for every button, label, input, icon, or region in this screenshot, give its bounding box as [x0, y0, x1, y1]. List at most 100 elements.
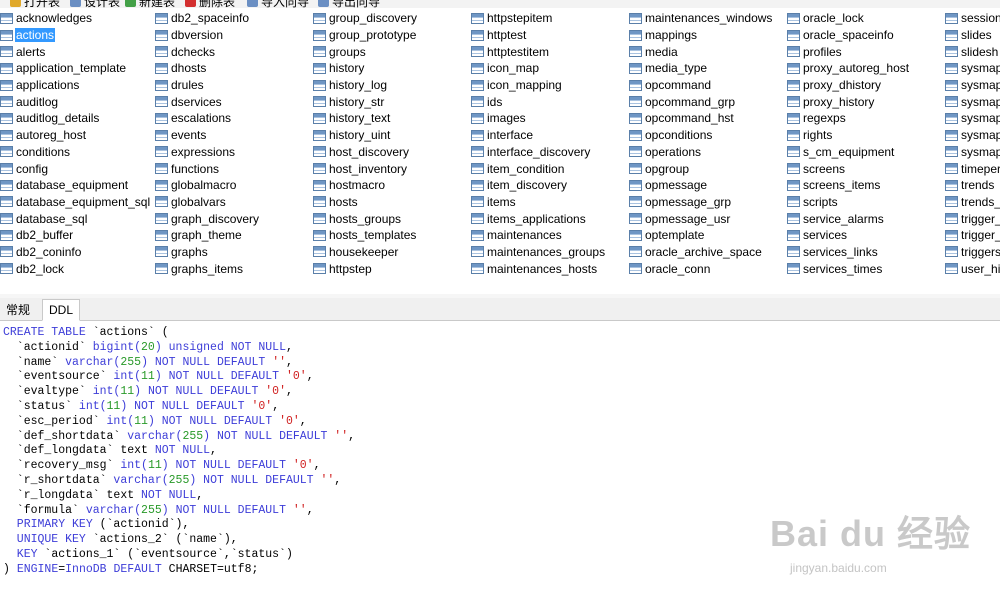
table-item[interactable]: group_prototype — [313, 27, 418, 44]
table-item[interactable]: opcommand_hst — [629, 110, 773, 127]
table-item[interactable]: functions — [155, 160, 260, 177]
table-item[interactable]: maintenances_groups — [471, 244, 606, 261]
table-item[interactable]: config — [0, 160, 151, 177]
table-item[interactable]: profiles — [787, 43, 910, 60]
table-item[interactable]: database_equipment — [0, 177, 151, 194]
table-item[interactable]: groups — [313, 43, 418, 60]
table-item[interactable]: history_log — [313, 77, 418, 94]
tab-general[interactable]: 常规 — [0, 300, 36, 320]
table-item[interactable]: sysmap — [945, 77, 1000, 94]
table-item[interactable]: auditlog — [0, 93, 151, 110]
table-item[interactable]: housekeeper — [313, 244, 418, 261]
table-item[interactable]: httpstepitem — [471, 10, 606, 27]
table-item[interactable]: dservices — [155, 93, 260, 110]
table-item[interactable]: service_alarms — [787, 210, 910, 227]
table-item[interactable]: httptestitem — [471, 43, 606, 60]
table-item[interactable]: items — [471, 194, 606, 211]
tab-ddl[interactable]: DDL — [42, 299, 81, 321]
table-item[interactable]: timeper — [945, 160, 1000, 177]
table-item[interactable]: autoreg_host — [0, 127, 151, 144]
table-item[interactable]: graph_discovery — [155, 210, 260, 227]
table-item[interactable]: oracle_archive_space — [629, 244, 773, 261]
table-item[interactable]: proxy_dhistory — [787, 77, 910, 94]
table-item[interactable]: services — [787, 227, 910, 244]
table-item[interactable]: drules — [155, 77, 260, 94]
table-item[interactable]: slides — [945, 27, 1000, 44]
table-item[interactable]: optemplate — [629, 227, 773, 244]
table-item[interactable]: icon_mapping — [471, 77, 606, 94]
table-item[interactable]: media_type — [629, 60, 773, 77]
table-item[interactable]: graphs — [155, 244, 260, 261]
table-item[interactable]: sysmap — [945, 110, 1000, 127]
table-item[interactable]: auditlog_details — [0, 110, 151, 127]
table-item[interactable]: graph_theme — [155, 227, 260, 244]
table-item[interactable]: history_text — [313, 110, 418, 127]
table-item[interactable]: services_links — [787, 244, 910, 261]
table-item[interactable]: services_times — [787, 260, 910, 277]
table-item[interactable]: opgroup — [629, 160, 773, 177]
table-item[interactable]: s_cm_equipment — [787, 144, 910, 161]
table-item[interactable]: sysmap — [945, 127, 1000, 144]
table-item[interactable]: slidesh — [945, 43, 1000, 60]
table-item[interactable]: dchecks — [155, 43, 260, 60]
toolbar-button-0[interactable]: 打开表 — [10, 0, 60, 8]
table-item[interactable]: opmessage_usr — [629, 210, 773, 227]
table-item[interactable]: maintenances_windows — [629, 10, 773, 27]
table-item[interactable]: expressions — [155, 144, 260, 161]
toolbar-button-2[interactable]: 新建表 — [125, 0, 175, 8]
table-item[interactable]: interface_discovery — [471, 144, 606, 161]
table-item[interactable]: regexps — [787, 110, 910, 127]
table-item[interactable]: hostmacro — [313, 177, 418, 194]
table-item[interactable]: actions — [0, 27, 151, 44]
table-item[interactable]: oracle_lock — [787, 10, 910, 27]
table-item[interactable]: oracle_spaceinfo — [787, 27, 910, 44]
table-item[interactable]: operations — [629, 144, 773, 161]
table-item[interactable]: item_discovery — [471, 177, 606, 194]
table-item[interactable]: db2_coninfo — [0, 244, 151, 261]
table-item[interactable]: item_condition — [471, 160, 606, 177]
toolbar-button-1[interactable]: 设计表 — [70, 0, 120, 8]
table-item[interactable]: dhosts — [155, 60, 260, 77]
table-item[interactable]: maintenances_hosts — [471, 260, 606, 277]
table-item[interactable]: maintenances — [471, 227, 606, 244]
table-item[interactable]: application_template — [0, 60, 151, 77]
table-item[interactable]: interface — [471, 127, 606, 144]
table-item[interactable]: proxy_autoreg_host — [787, 60, 910, 77]
table-item[interactable]: mappings — [629, 27, 773, 44]
table-item[interactable]: graphs_items — [155, 260, 260, 277]
table-item[interactable]: group_discovery — [313, 10, 418, 27]
table-item[interactable]: database_sql — [0, 210, 151, 227]
table-item[interactable]: trends_ — [945, 194, 1000, 211]
table-item[interactable]: alerts — [0, 43, 151, 60]
table-item[interactable]: opconditions — [629, 127, 773, 144]
table-item[interactable]: media — [629, 43, 773, 60]
table-item[interactable]: escalations — [155, 110, 260, 127]
table-item[interactable]: scripts — [787, 194, 910, 211]
table-item[interactable]: hosts_groups — [313, 210, 418, 227]
table-item[interactable]: screens — [787, 160, 910, 177]
table-item[interactable]: httpstep — [313, 260, 418, 277]
table-item[interactable]: db2_buffer — [0, 227, 151, 244]
table-item[interactable]: applications — [0, 77, 151, 94]
table-item[interactable]: globalmacro — [155, 177, 260, 194]
table-item[interactable]: icon_map — [471, 60, 606, 77]
table-item[interactable]: screens_items — [787, 177, 910, 194]
table-item[interactable]: user_his — [945, 260, 1000, 277]
table-item[interactable]: host_inventory — [313, 160, 418, 177]
table-item[interactable]: images — [471, 110, 606, 127]
table-item[interactable]: db2_lock — [0, 260, 151, 277]
table-item[interactable]: session — [945, 10, 1000, 27]
table-item[interactable]: history_uint — [313, 127, 418, 144]
table-item[interactable]: items_applications — [471, 210, 606, 227]
table-item[interactable]: httptest — [471, 27, 606, 44]
table-item[interactable]: rights — [787, 127, 910, 144]
table-item[interactable]: host_discovery — [313, 144, 418, 161]
toolbar-button-4[interactable]: 导入向导 — [247, 0, 309, 8]
table-item[interactable]: trigger_ — [945, 227, 1000, 244]
table-item[interactable]: hosts — [313, 194, 418, 211]
table-item[interactable]: db2_spaceinfo — [155, 10, 260, 27]
table-item[interactable]: events — [155, 127, 260, 144]
table-item[interactable]: database_equipment_sql — [0, 194, 151, 211]
table-item[interactable]: opcommand — [629, 77, 773, 94]
table-item[interactable]: proxy_history — [787, 93, 910, 110]
